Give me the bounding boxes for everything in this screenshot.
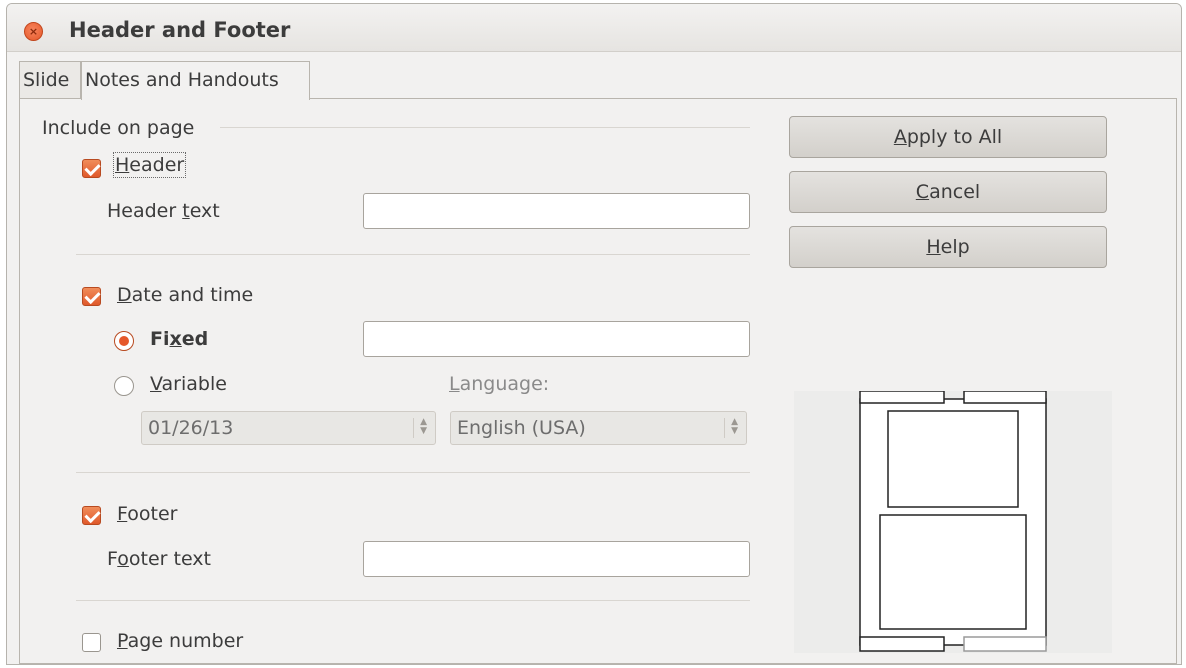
title-bar: × Header and Footer bbox=[7, 4, 1181, 52]
dialog-title: Header and Footer bbox=[69, 18, 291, 42]
apply-to-all-button[interactable]: Apply to All bbox=[789, 116, 1107, 158]
help-button[interactable]: Help bbox=[789, 226, 1107, 268]
handout-preview-graphic bbox=[859, 390, 1047, 652]
fixed-radio[interactable] bbox=[114, 331, 134, 351]
date-format-value: 01/26/13 bbox=[148, 417, 234, 439]
divider-header bbox=[76, 254, 750, 255]
include-on-page-label: Include on page bbox=[42, 117, 195, 139]
cancel-button[interactable]: Cancel bbox=[789, 171, 1107, 213]
footer-area-left bbox=[859, 636, 945, 652]
slide-thumbnail-area bbox=[887, 410, 1019, 508]
divider-date-time bbox=[76, 472, 750, 473]
tab-notes-and-handouts[interactable]: Notes and Handouts bbox=[81, 61, 310, 100]
header-footer-dialog: × Header and Footer Slide Notes and Hand… bbox=[6, 3, 1182, 665]
date-and-time-checkbox[interactable] bbox=[82, 287, 101, 306]
fixed-date-input[interactable] bbox=[363, 321, 750, 357]
language-label: Language: bbox=[449, 373, 550, 395]
header-checkbox[interactable] bbox=[82, 159, 101, 178]
language-value: English (USA) bbox=[457, 417, 586, 439]
tab-slide[interactable]: Slide bbox=[19, 61, 81, 99]
footer-label[interactable]: Footer bbox=[117, 503, 177, 525]
spin-arrows-icon: ▲ ▼ bbox=[724, 418, 738, 438]
notes-area bbox=[879, 514, 1027, 630]
date-and-time-label[interactable]: Date and time bbox=[117, 284, 253, 306]
divider-footer bbox=[76, 600, 750, 601]
page-number-checkbox[interactable] bbox=[82, 633, 101, 652]
footer-text-input[interactable] bbox=[363, 541, 750, 577]
header-area-left bbox=[859, 390, 945, 404]
spin-arrows-icon: ▲ ▼ bbox=[413, 418, 427, 438]
page-number-label[interactable]: Page number bbox=[117, 630, 243, 652]
variable-radio[interactable] bbox=[114, 376, 134, 396]
footer-text-label: Footer text bbox=[107, 548, 212, 570]
fixed-label[interactable]: Fixed bbox=[150, 328, 208, 350]
header-text-label: Header text bbox=[107, 200, 220, 222]
header-area-right bbox=[963, 390, 1047, 404]
footer-checkbox[interactable] bbox=[82, 506, 101, 525]
header-checkbox-label[interactable]: Header bbox=[112, 152, 187, 178]
page-preview bbox=[794, 390, 1112, 653]
section-divider bbox=[220, 127, 750, 128]
variable-label[interactable]: Variable bbox=[150, 373, 227, 395]
date-format-select[interactable]: 01/26/13 ▲ ▼ bbox=[141, 411, 436, 445]
language-select[interactable]: English (USA) ▲ ▼ bbox=[450, 411, 747, 445]
close-icon[interactable]: × bbox=[24, 22, 43, 41]
page-number-area bbox=[963, 636, 1047, 652]
notes-and-handouts-panel: Include on page Header Header text Date … bbox=[19, 98, 1177, 664]
header-text-input[interactable] bbox=[363, 193, 750, 229]
